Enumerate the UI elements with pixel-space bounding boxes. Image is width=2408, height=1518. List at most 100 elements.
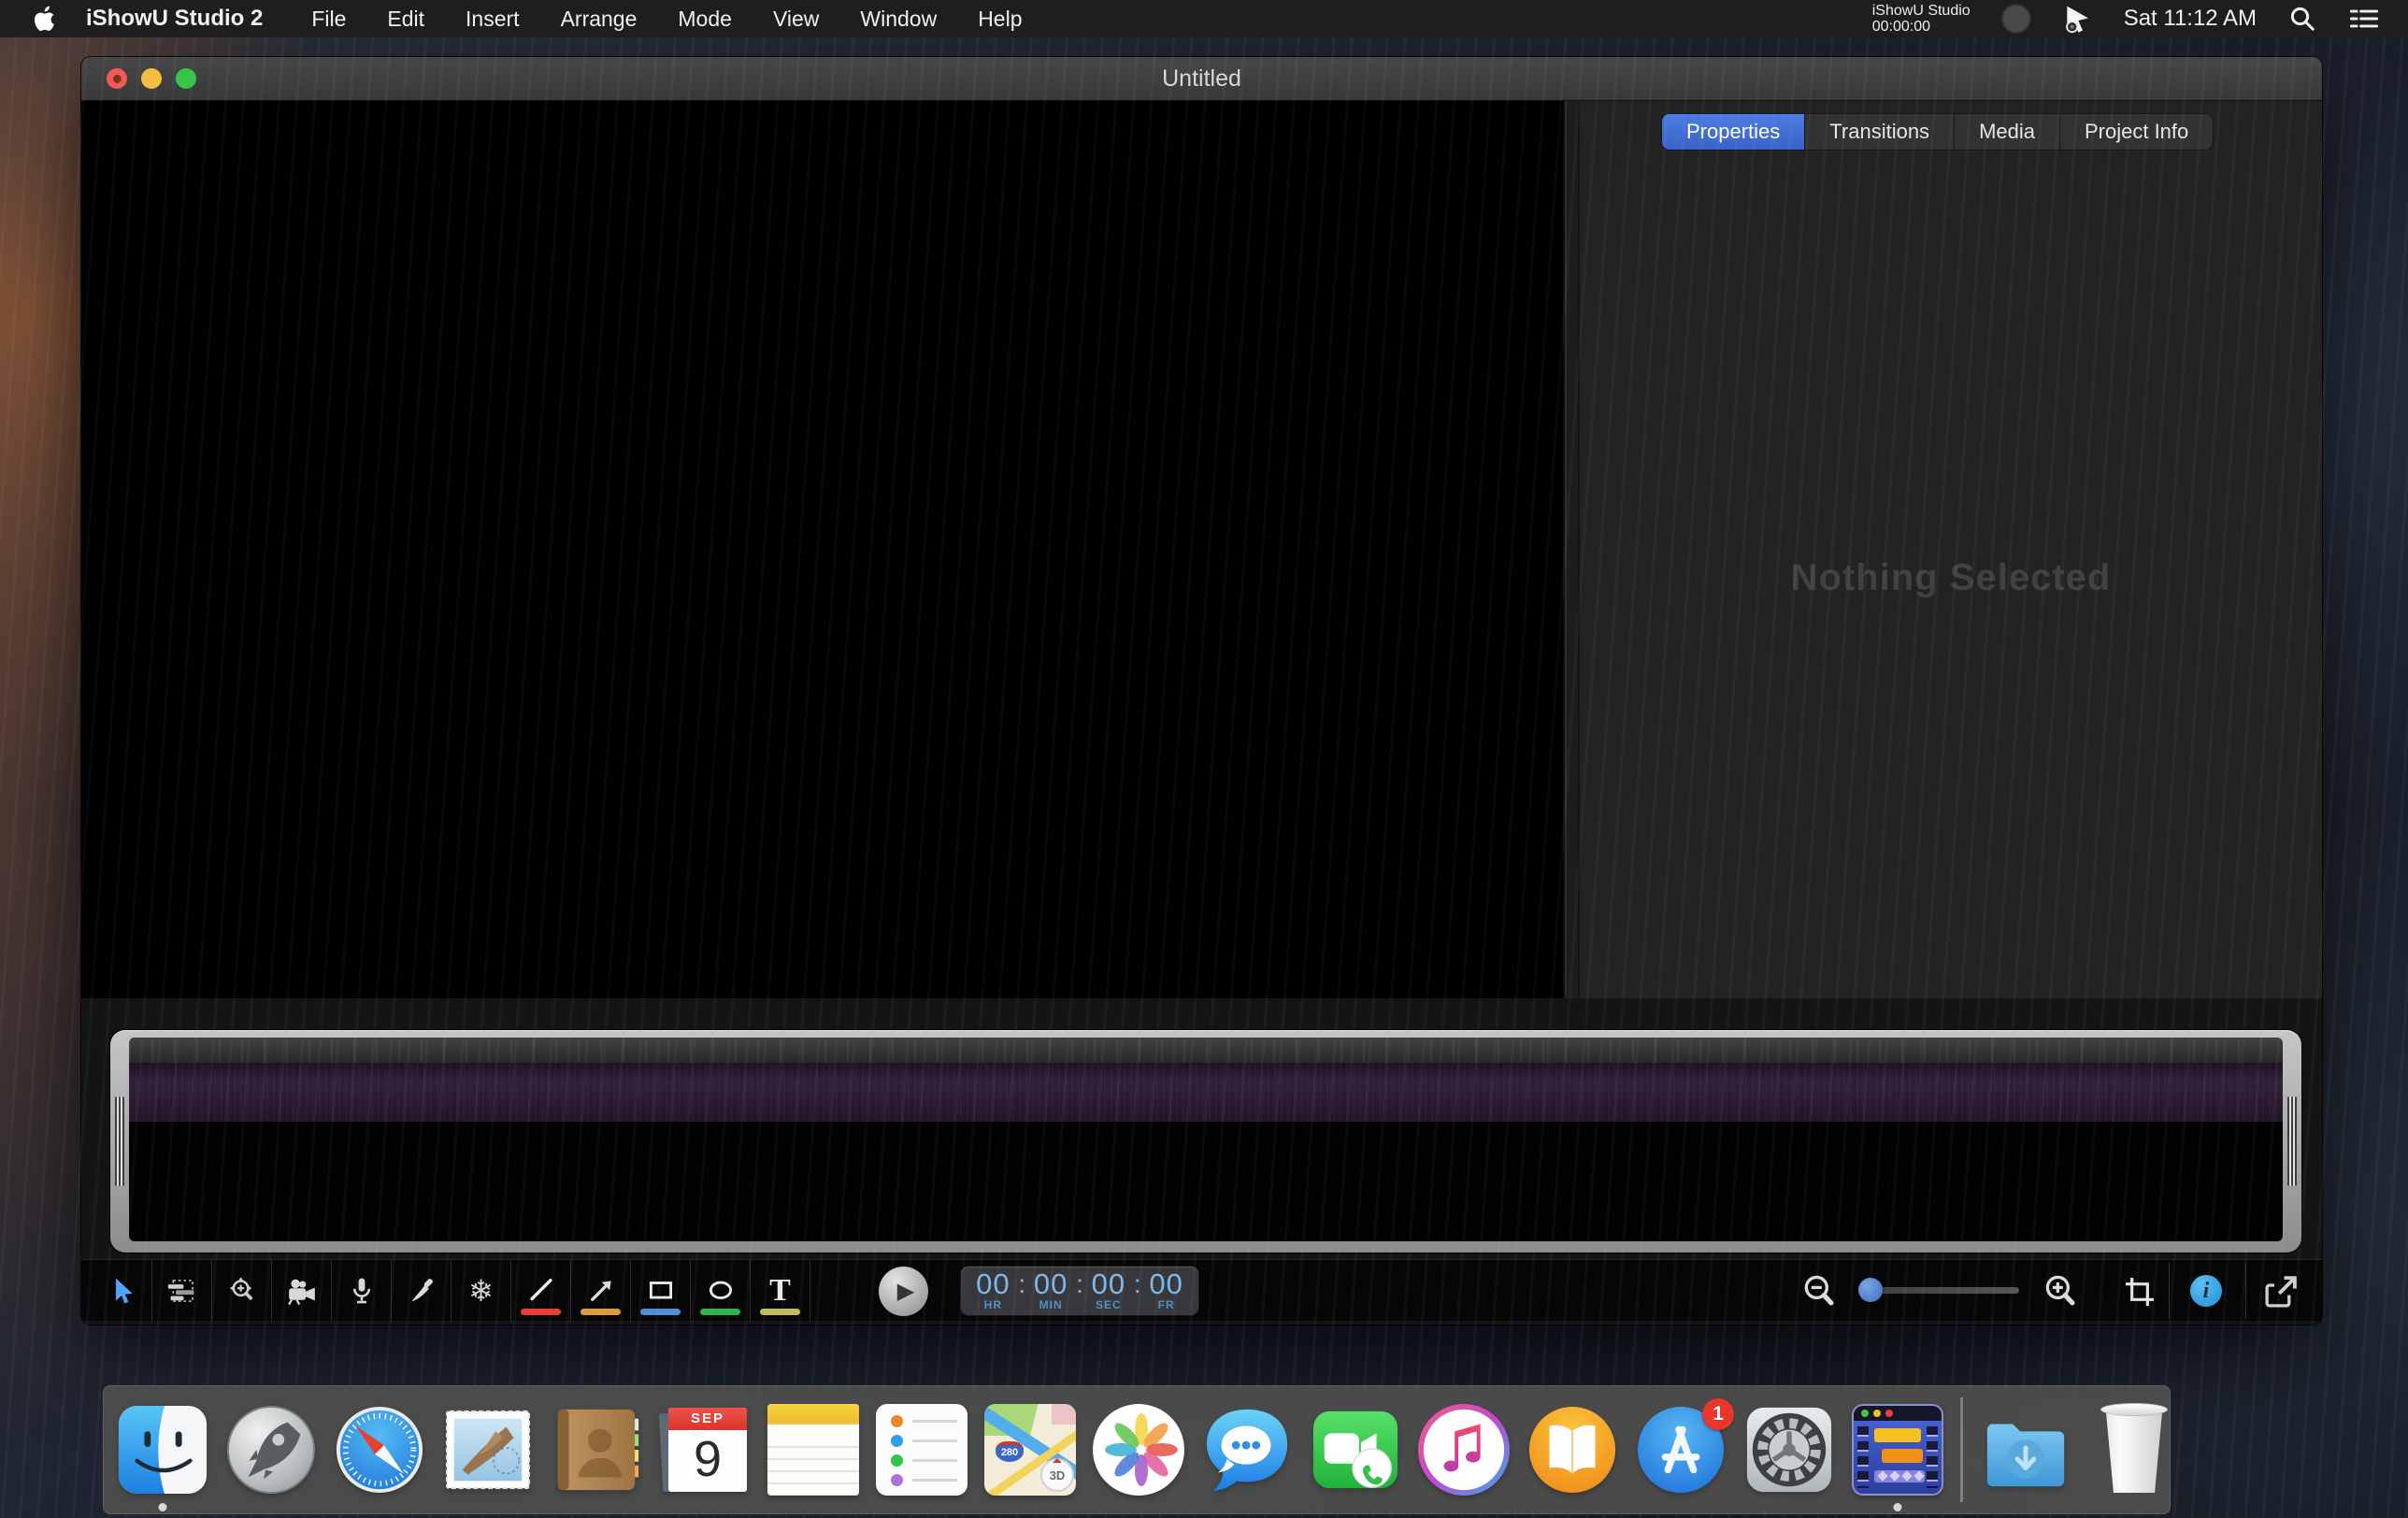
- dock-item-launchpad[interactable]: [225, 1404, 317, 1496]
- notification-center-icon[interactable]: [2348, 6, 2380, 32]
- zoom-pan-tool-button[interactable]: [212, 1260, 272, 1322]
- freeze-tool-button[interactable]: ❄: [452, 1260, 511, 1322]
- messages-icon: [1201, 1404, 1293, 1496]
- menu-bar-clock[interactable]: Sat 11:12 AM: [2124, 6, 2257, 32]
- zoom-out-button[interactable]: [1799, 1271, 1841, 1317]
- facetime-icon: [1310, 1404, 1401, 1496]
- maps-route-shield: 280: [996, 1441, 1024, 1462]
- ibooks-icon: [1526, 1404, 1618, 1496]
- dock-item-calendar[interactable]: SEP 9: [659, 1404, 751, 1496]
- menu-file[interactable]: File: [311, 7, 346, 32]
- timecode-frames-label: FR: [1158, 1299, 1175, 1311]
- line-color-swatch: [521, 1309, 561, 1315]
- timecode-separator: :: [1134, 1269, 1141, 1299]
- contacts-icon: [551, 1404, 642, 1496]
- dock-item-messages[interactable]: [1201, 1404, 1293, 1496]
- info-icon: i: [2203, 1279, 2210, 1304]
- timecode-minutes-label: MIN: [1039, 1299, 1063, 1311]
- timeline[interactable]: [129, 1038, 2283, 1241]
- timeline-track[interactable]: [129, 1064, 2283, 1122]
- dock-item-ishowu-studio[interactable]: [1852, 1404, 1943, 1496]
- timecode-seconds-label: SEC: [1096, 1299, 1122, 1311]
- maps-3d-badge: 3D: [1040, 1458, 1074, 1492]
- dock-item-notes[interactable]: [767, 1404, 859, 1496]
- dock-item-trash[interactable]: [2088, 1404, 2180, 1496]
- menu-insert[interactable]: Insert: [466, 7, 520, 32]
- rectangle-color-swatch: [640, 1309, 681, 1315]
- crop-button[interactable]: [2121, 1273, 2158, 1315]
- launchpad-icon: [225, 1404, 317, 1496]
- draw-tool-button[interactable]: [392, 1260, 452, 1322]
- menu-edit[interactable]: Edit: [387, 7, 424, 32]
- tab-transitions[interactable]: Transitions: [1805, 114, 1955, 150]
- ellipse-tool-button[interactable]: [691, 1260, 751, 1322]
- tab-media[interactable]: Media: [1955, 114, 2060, 150]
- rectangle-tool-button[interactable]: [631, 1260, 691, 1322]
- menu-bar: iShowU Studio 2 File Edit Insert Arrange…: [0, 0, 2408, 37]
- menu-arrange[interactable]: Arrange: [561, 7, 638, 32]
- dock-item-contacts[interactable]: [551, 1404, 642, 1496]
- dock-item-maps[interactable]: 280 3D: [984, 1404, 1076, 1496]
- dock-item-downloads[interactable]: [1980, 1404, 2071, 1496]
- notes-icon: [767, 1404, 859, 1496]
- dock: SEP 9 280 3D: [103, 1385, 2171, 1514]
- info-button[interactable]: i: [2190, 1275, 2222, 1307]
- ishowu-pointer-icon[interactable]: [2062, 4, 2092, 34]
- dock-item-safari[interactable]: [334, 1404, 425, 1496]
- share-button[interactable]: [2261, 1272, 2300, 1316]
- dock-item-app-store[interactable]: 1: [1635, 1404, 1727, 1496]
- play-button[interactable]: ▶: [879, 1267, 928, 1316]
- spotlight-search-icon[interactable]: [2288, 5, 2316, 33]
- dock-item-mail[interactable]: [442, 1404, 534, 1496]
- select-tool-button[interactable]: [93, 1260, 152, 1322]
- ishowu-recording-status[interactable]: iShowU Studio 00:00:00: [1872, 3, 1971, 35]
- dock-item-reminders[interactable]: [876, 1404, 968, 1496]
- tab-properties[interactable]: Properties: [1662, 114, 1805, 150]
- dock-item-finder[interactable]: [117, 1404, 208, 1496]
- arrow-tool-button[interactable]: [571, 1260, 631, 1322]
- text-color-swatch: [760, 1309, 800, 1315]
- timeline-ruler[interactable]: [129, 1038, 2283, 1064]
- apple-menu-icon[interactable]: [34, 5, 58, 33]
- preview-canvas[interactable]: [81, 101, 1563, 998]
- camera-tool-button[interactable]: [272, 1260, 332, 1322]
- app-menu-title[interactable]: iShowU Studio 2: [86, 6, 263, 32]
- menu-help[interactable]: Help: [978, 7, 1022, 32]
- reminders-icon: [876, 1404, 968, 1496]
- ishowu-studio-icon: [1852, 1404, 1943, 1496]
- clips-tool-button[interactable]: [152, 1260, 212, 1322]
- text-tool-button[interactable]: T: [751, 1260, 810, 1322]
- toolbar-separator: [2169, 1263, 2170, 1319]
- calendar-month-label: SEP: [668, 1408, 747, 1430]
- timeline-zoom-slider[interactable]: [1860, 1287, 2019, 1294]
- status-timer: 00:00:00: [1872, 19, 1930, 35]
- menu-window[interactable]: Window: [860, 7, 937, 32]
- tab-project-info[interactable]: Project Info: [2060, 114, 2213, 150]
- menu-mode[interactable]: Mode: [678, 7, 732, 32]
- zoom-slider-knob[interactable]: [1858, 1278, 1883, 1302]
- dimmed-menu-extra-icon[interactable]: [2002, 5, 2030, 33]
- calendar-day-label: 9: [668, 1430, 747, 1488]
- play-icon: ▶: [897, 1278, 914, 1305]
- timecode-seconds: 00: [1092, 1269, 1125, 1299]
- timeline-left-handle[interactable]: [115, 1097, 124, 1186]
- line-tool-button[interactable]: [511, 1260, 571, 1322]
- finder-icon: [117, 1404, 208, 1496]
- toolbar-separator: [2245, 1263, 2246, 1319]
- timeline-section: ❄ T: [81, 998, 2322, 1325]
- dock-item-system-preferences[interactable]: [1743, 1404, 1835, 1496]
- dock-item-facetime[interactable]: [1310, 1404, 1401, 1496]
- timeline-right-handle[interactable]: [2287, 1097, 2297, 1186]
- window-title-bar[interactable]: Untitled: [81, 57, 2322, 101]
- dock-item-itunes[interactable]: [1418, 1404, 1510, 1496]
- status-app-name: iShowU Studio: [1872, 3, 1971, 19]
- microphone-tool-button[interactable]: [332, 1260, 392, 1322]
- menu-view[interactable]: View: [773, 7, 819, 32]
- dock-item-photos[interactable]: [1093, 1404, 1184, 1496]
- safari-icon: [334, 1404, 425, 1496]
- dock-item-ibooks[interactable]: [1526, 1404, 1618, 1496]
- zoom-in-button[interactable]: [2041, 1271, 2082, 1317]
- photos-icon: [1093, 1404, 1184, 1496]
- system-preferences-icon: [1743, 1404, 1835, 1496]
- panel-splitter[interactable]: [1563, 101, 1580, 998]
